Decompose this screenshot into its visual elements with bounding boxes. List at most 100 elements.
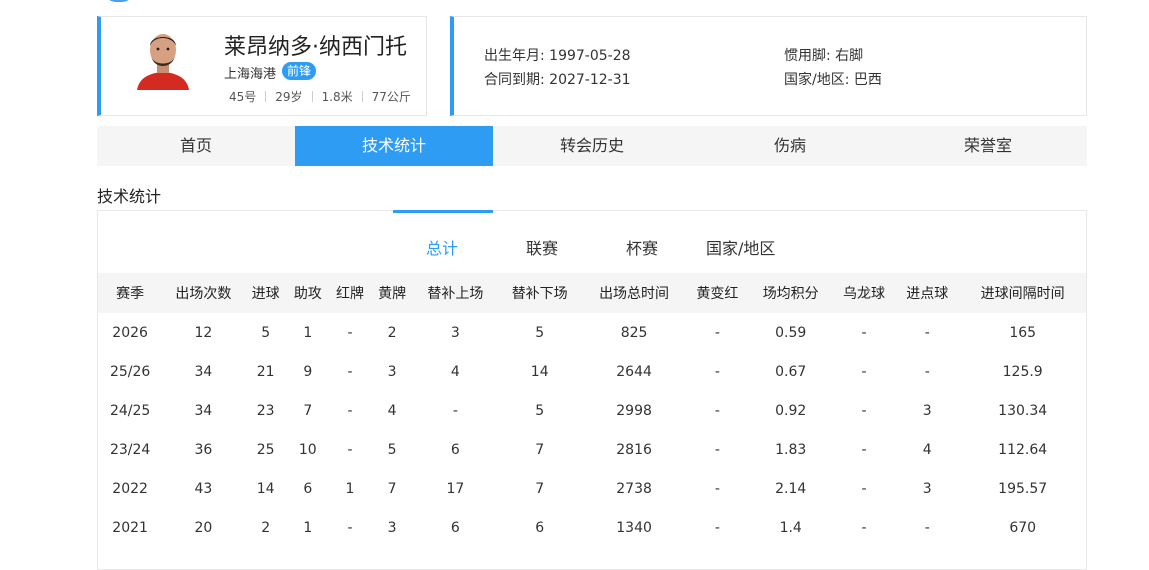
table-cell: 6 <box>450 519 460 536</box>
column-header: 出场总时间 <box>581 273 687 313</box>
table-row: 23/24 36 25 10 - 5 6 7 2816 - 1.83 - 4 1… <box>98 430 1086 469</box>
table-cell: 2738 <box>616 480 652 497</box>
column-header: 助攻 <box>286 273 329 313</box>
column-header: 黄牌 <box>371 273 414 313</box>
table-row: 2026 12 5 1 - 2 3 5 825 - 0.59 - - 165 <box>98 313 1086 352</box>
table-row: 2021 20 2 1 - 3 6 6 1340 - 1.4 - - 670 <box>98 508 1086 547</box>
position-badge: 前锋 <box>282 62 317 80</box>
column-header: 进点球 <box>895 273 960 313</box>
divider <box>265 91 267 102</box>
table-cell: - <box>924 324 930 341</box>
tab-home[interactable]: 首页 <box>97 126 295 166</box>
table-cell: 2 <box>261 519 271 536</box>
tab-technical-stats[interactable]: 技术统计 <box>295 126 493 166</box>
divider <box>361 91 363 102</box>
player-profile-card: 莱昂纳多·纳西门托 上海海港 前锋 45号 29岁 1.8米 77公斤 <box>97 16 427 116</box>
tab-honors[interactable]: 荣誉室 <box>889 126 1087 166</box>
table-cell: 1340 <box>616 519 652 536</box>
subtab-total[interactable]: 总计 <box>426 235 458 259</box>
table-cell: 43 <box>194 480 213 497</box>
table-cell: 5 <box>387 441 397 458</box>
table-cell: 195.57 <box>998 480 1048 497</box>
nationality: 国家/地区: 巴西 <box>784 72 882 88</box>
table-cell: 2022 <box>112 480 148 497</box>
table-cell: - <box>861 363 867 380</box>
table-cell: 2.14 <box>775 480 807 497</box>
table-cell: 25/26 <box>109 363 151 380</box>
team-name[interactable]: 上海海港 <box>224 63 276 82</box>
table-cell: - <box>861 441 867 458</box>
table-cell: 12 <box>194 324 213 341</box>
table-cell: 2 <box>387 324 397 341</box>
table-cell: - <box>714 480 720 497</box>
column-header: 黄变红 <box>686 273 749 313</box>
tab-transfer-history[interactable]: 转会历史 <box>493 126 691 166</box>
table-cell: 5 <box>261 324 271 341</box>
table-cell: 17 <box>446 480 465 497</box>
table-row: 24/25 34 23 7 - 4 - 5 2998 - 0.92 - 3 13… <box>98 391 1086 430</box>
table-cell: 3 <box>922 480 932 497</box>
table-cell: - <box>347 324 353 341</box>
site-logo-fragment <box>104 0 134 2</box>
table-cell: 4 <box>450 363 460 380</box>
player-attributes: 45号 29岁 1.8米 77公斤 <box>229 88 411 105</box>
player-number: 45号 <box>229 90 257 104</box>
table-cell: 4 <box>922 441 932 458</box>
subtab-league[interactable]: 联赛 <box>526 235 558 259</box>
column-header: 替补下场 <box>497 273 582 313</box>
table-cell: 670 <box>1009 519 1037 536</box>
table-cell: 36 <box>194 441 213 458</box>
subtab-national[interactable]: 国家/地区 <box>706 235 775 259</box>
table-cell: 7 <box>387 480 397 497</box>
table-cell: 2998 <box>616 402 652 419</box>
table-cell: 2644 <box>616 363 652 380</box>
column-header: 进球间隔时间 <box>959 273 1086 313</box>
table-cell: 14 <box>530 363 549 380</box>
player-info-card: 出生年月: 1997-05-28 合同到期: 2027-12-31 惯用脚: 右… <box>450 16 1087 116</box>
preferred-foot: 惯用脚: 右脚 <box>784 48 864 64</box>
column-header: 替补上场 <box>413 273 498 313</box>
birth-date: 出生年月: 1997-05-28 <box>484 48 631 64</box>
table-cell: 2026 <box>112 324 148 341</box>
table-cell: 23/24 <box>109 441 151 458</box>
table-cell: - <box>861 402 867 419</box>
column-header: 红牌 <box>328 273 372 313</box>
contract-expiry: 合同到期: 2027-12-31 <box>484 72 631 88</box>
table-cell: 2816 <box>616 441 652 458</box>
tab-injuries[interactable]: 伤病 <box>691 126 889 166</box>
table-cell: - <box>347 363 353 380</box>
table-cell: 10 <box>298 441 317 458</box>
table-cell: 4 <box>387 402 397 419</box>
table-cell: 1 <box>303 519 313 536</box>
table-cell: 0.59 <box>775 324 807 341</box>
table-cell: 1.83 <box>775 441 807 458</box>
player-height: 1.8米 <box>321 90 353 104</box>
table-cell: 23 <box>256 402 275 419</box>
table-cell: - <box>861 519 867 536</box>
table-cell: 125.9 <box>1002 363 1043 380</box>
table-cell: 0.67 <box>775 363 807 380</box>
table-cell: - <box>347 402 353 419</box>
stats-table: 赛季 出场次数 进球 助攻 红牌 黄牌 替补上场 替补下场 出场总时间 黄变红 … <box>98 273 1086 547</box>
table-cell: 34 <box>194 363 213 380</box>
table-row: 2022 43 14 6 1 7 17 7 2738 - 2.14 - 3 19… <box>98 469 1086 508</box>
table-cell: 1 <box>345 480 355 497</box>
table-cell: 165 <box>1009 324 1037 341</box>
table-cell: - <box>452 402 458 419</box>
divider <box>311 91 313 102</box>
table-cell: 9 <box>303 363 313 380</box>
table-row: 25/26 34 21 9 - 3 4 14 2644 - 0.67 - - 1… <box>98 352 1086 391</box>
table-cell: - <box>714 441 720 458</box>
table-cell: - <box>924 519 930 536</box>
table-cell: 1.4 <box>779 519 802 536</box>
player-name: 莱昂纳多·纳西门托 <box>224 35 407 60</box>
table-cell: 34 <box>194 402 213 419</box>
table-cell: - <box>714 324 720 341</box>
column-header: 进球 <box>244 273 287 313</box>
table-cell: 130.34 <box>998 402 1048 419</box>
table-cell: 825 <box>620 324 648 341</box>
subtab-cup[interactable]: 杯赛 <box>626 235 658 259</box>
table-cell: 1 <box>303 324 313 341</box>
table-cell: 112.64 <box>998 441 1048 458</box>
column-header: 出场次数 <box>162 273 245 313</box>
